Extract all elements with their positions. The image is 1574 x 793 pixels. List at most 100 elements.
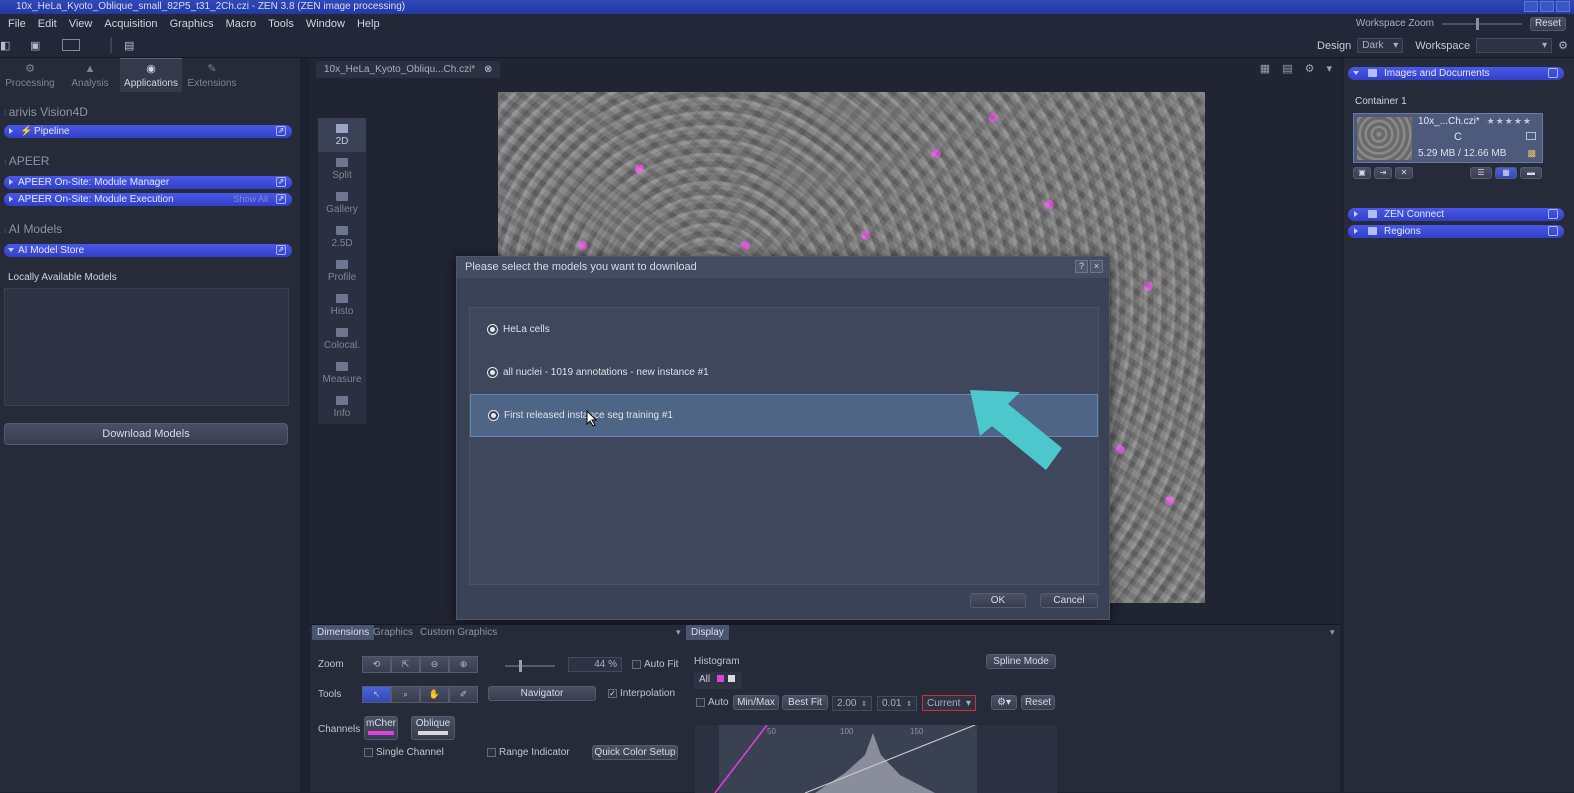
export-icon[interactable]: ⇥ (1374, 167, 1392, 179)
pipeline-bar[interactable]: ⚡ Pipeline ⇗ (4, 125, 292, 138)
ai-model-store-bar[interactable]: AI Model Store ⇗ (4, 244, 292, 257)
range-indicator-checkbox[interactable]: Range Indicator (487, 747, 570, 758)
layout-icon[interactable]: ▤ (1282, 62, 1292, 75)
document-card[interactable]: 10x_...Ch.czi* ★★★★★ C 5.29 MB / 12.66 M… (1353, 113, 1543, 163)
help-button[interactable]: ? (1075, 260, 1088, 273)
menu-window[interactable]: Window (300, 18, 351, 30)
view-colocal-button[interactable]: Colocal. (318, 322, 366, 356)
gear-icon[interactable]: ⚙ (1558, 39, 1568, 52)
list-view-icon[interactable]: ☰ (1470, 167, 1492, 179)
menu-edit[interactable]: Edit (32, 18, 63, 30)
gamma-field[interactable]: 2.00 ⇕ (832, 696, 872, 711)
cancel-button[interactable]: Cancel (1040, 593, 1098, 608)
auto-fit-checkbox[interactable]: Auto Fit (632, 659, 678, 670)
import-icon[interactable]: ▣ (1353, 167, 1371, 179)
zoom-tool-icon[interactable]: ⌕ (391, 686, 420, 703)
checkbox-icon[interactable] (487, 747, 496, 757)
tab-display[interactable]: Display (686, 625, 729, 640)
min-max-button[interactable]: Min/Max (733, 695, 779, 710)
pin-icon[interactable]: ⇗ (276, 177, 286, 187)
checkbox-icon[interactable] (364, 747, 373, 757)
menu-acquisition[interactable]: Acquisition (98, 18, 163, 30)
zoom-value-field[interactable]: 44 % (568, 657, 622, 672)
zen-connect-bar[interactable]: ZEN Connect (1348, 208, 1564, 221)
radio-icon[interactable] (488, 368, 497, 377)
zoom-slider[interactable] (505, 660, 555, 672)
pipette-tool-icon[interactable]: ✐ (449, 686, 478, 703)
section-apeer[interactable]: ⁝ APEER (4, 154, 49, 168)
spline-mode-button[interactable]: Spline Mode (986, 654, 1056, 669)
window-icon[interactable] (62, 39, 80, 51)
menu-file[interactable]: File (2, 18, 32, 30)
best-fit-button[interactable]: Best Fit (782, 695, 828, 710)
checkbox-icon[interactable] (632, 659, 641, 669)
local-models-list[interactable] (4, 288, 289, 406)
apeer-module-manager-bar[interactable]: APEER On-Site: Module Manager ⇗ (4, 176, 292, 189)
section-arivis[interactable]: ⁝ arivis Vision4D (4, 105, 88, 119)
tab-graphics[interactable]: Graphics (368, 625, 418, 640)
menu-graphics[interactable]: Graphics (164, 18, 220, 30)
tab-custom-graphics[interactable]: Custom Graphics (415, 625, 502, 640)
minimize-button[interactable] (1524, 1, 1538, 12)
menu-tools[interactable]: Tools (262, 18, 300, 30)
workspace-dropdown[interactable]: ▾ (1476, 38, 1553, 53)
document-tab[interactable]: 10x_HeLa_Kyoto_Obliqu...Ch.czi* ⊗ (316, 61, 501, 78)
close-button[interactable] (1556, 1, 1570, 12)
apeer-module-execution-bar[interactable]: APEER On-Site: Module Execution Show All… (4, 193, 292, 206)
pin-icon[interactable] (1548, 209, 1558, 219)
reset-button[interactable]: Reset (1021, 695, 1055, 710)
close-icon[interactable]: ⊗ (484, 64, 492, 75)
workspace-zoom-slider[interactable] (1442, 17, 1522, 30)
pin-icon[interactable] (1548, 226, 1558, 236)
settings-icon[interactable]: ⚙ (1305, 62, 1315, 75)
tab-analysis[interactable]: ▲ Analysis (60, 58, 120, 92)
pin-icon[interactable]: ⇗ (276, 194, 286, 204)
view-profile-button[interactable]: Profile (318, 254, 366, 288)
auto-checkbox[interactable]: Auto (696, 697, 729, 708)
chevron-down-icon[interactable]: ▾ (1326, 62, 1332, 75)
view-2d-button[interactable]: 2D (318, 118, 366, 152)
radio-icon[interactable] (489, 411, 498, 420)
grid-icon[interactable]: ▦ (1260, 62, 1270, 75)
rating-stars-icon[interactable]: ★★★★★ (1487, 116, 1532, 127)
zoom-100-icon[interactable]: ⇱ (391, 656, 420, 673)
interpolation-checkbox[interactable]: ✓ Interpolation (608, 688, 675, 699)
current-dropdown[interactable]: Current ▾ (922, 695, 976, 711)
channel-mcherry-button[interactable]: mCher (364, 716, 398, 740)
grid-view-icon[interactable]: ▦ (1495, 167, 1517, 179)
chevron-down-icon[interactable]: ▾ (676, 627, 681, 638)
tab-extensions[interactable]: ✎ Extensions (182, 58, 242, 92)
print-icon[interactable]: ▤ (124, 39, 138, 52)
channel-oblique-button[interactable]: Oblique (411, 716, 455, 740)
download-models-button[interactable]: Download Models (4, 423, 288, 445)
view-measure-button[interactable]: Measure (318, 356, 366, 390)
menu-macro[interactable]: Macro (220, 18, 263, 30)
zoom-in-icon[interactable]: ⊕ (449, 656, 478, 673)
design-dropdown[interactable]: Dark ▾ (1357, 38, 1404, 53)
checkbox-icon[interactable] (696, 697, 705, 707)
pan-tool-icon[interactable]: ✋ (420, 686, 449, 703)
pin-icon[interactable] (1548, 68, 1558, 78)
show-all-link[interactable]: Show All (233, 193, 268, 206)
view-info-button[interactable]: Info (318, 390, 366, 424)
workspace-zoom-reset-button[interactable]: Reset (1530, 16, 1566, 31)
view-gallery-button[interactable]: Gallery (318, 186, 366, 220)
navigator-button[interactable]: Navigator (488, 686, 596, 701)
pointer-tool-icon[interactable]: ↖ (362, 686, 391, 703)
detail-view-icon[interactable]: ▬ (1520, 167, 1542, 179)
settings-dropdown-button[interactable]: ⚙▾ (991, 695, 1017, 710)
tab-processing[interactable]: ⚙ Processing (0, 58, 60, 92)
view-histo-button[interactable]: Histo (318, 288, 366, 322)
save-icon[interactable]: ▣ (30, 39, 44, 52)
single-channel-checkbox[interactable]: Single Channel (364, 747, 444, 758)
tab-applications[interactable]: ◉ Applications (120, 58, 182, 92)
radio-icon[interactable] (488, 325, 497, 334)
pin-icon[interactable]: ⇗ (276, 245, 286, 255)
section-ai-models[interactable]: ⁝ AI Models (4, 222, 62, 236)
open-icon[interactable]: ◧ (0, 39, 14, 52)
ok-button[interactable]: OK (970, 593, 1026, 608)
remove-icon[interactable]: ✕ (1395, 167, 1413, 179)
zoom-fit-icon[interactable]: ⟲ (362, 656, 391, 673)
images-and-documents-bar[interactable]: Images and Documents (1348, 67, 1564, 80)
step-field[interactable]: 0.01 ⇕ (877, 696, 917, 711)
